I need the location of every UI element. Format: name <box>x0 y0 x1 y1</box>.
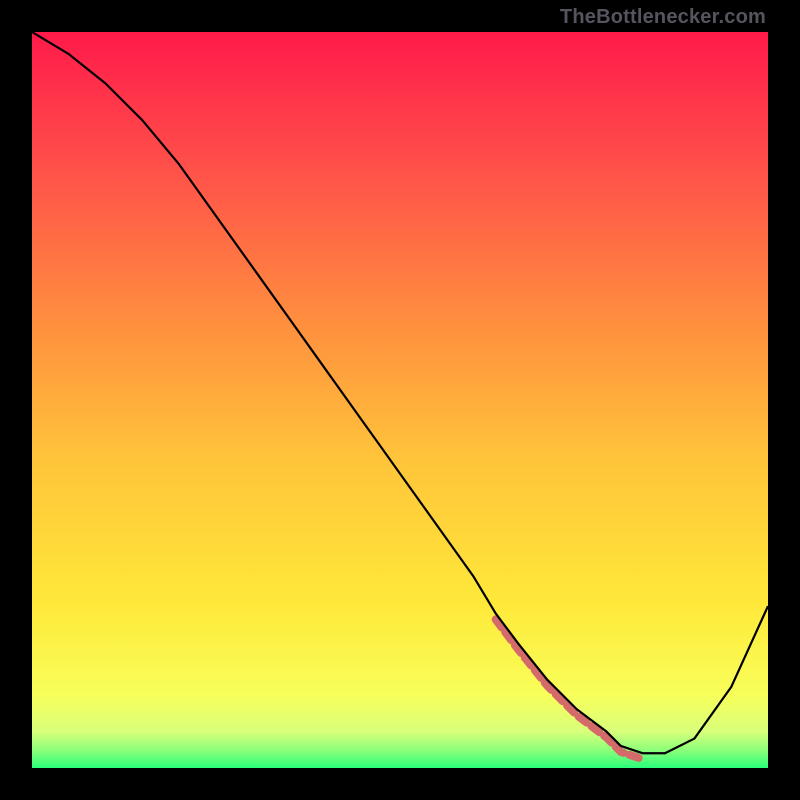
chart-svg <box>32 32 768 768</box>
bottleneck-curve <box>32 32 768 753</box>
plateau-segment <box>496 619 643 759</box>
plot-area <box>32 32 768 768</box>
chart-title: TheBottlenecker.com <box>560 6 766 29</box>
chart-container: TheBottlenecker.com <box>0 0 800 800</box>
